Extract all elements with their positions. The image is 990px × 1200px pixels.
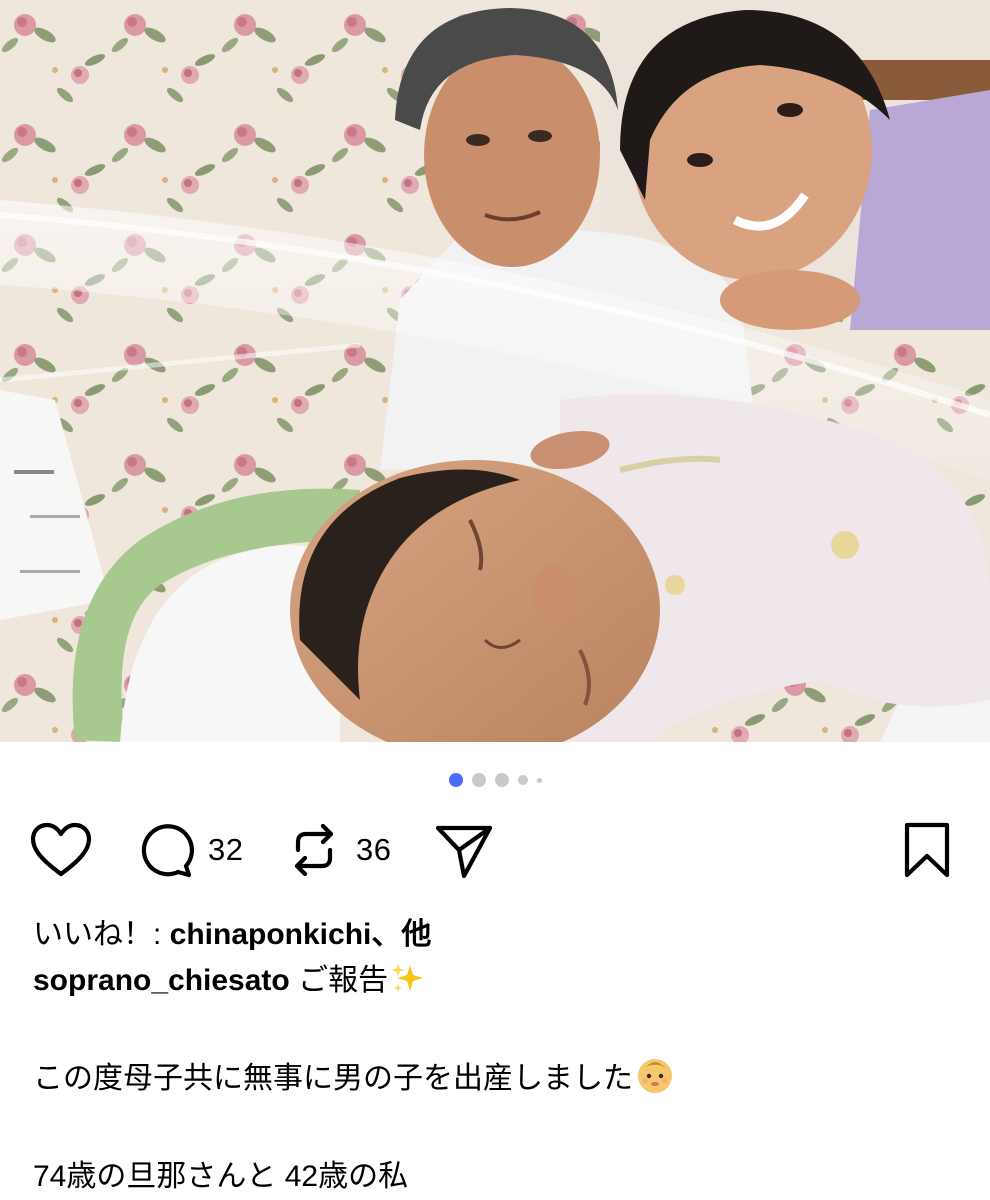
bookmark-outline-icon <box>904 822 950 878</box>
photo-illustration <box>0 0 990 742</box>
like-button[interactable] <box>30 818 92 882</box>
carousel-dot[interactable] <box>536 777 542 783</box>
carousel-dot-active[interactable] <box>448 773 463 787</box>
save-button[interactable] <box>902 818 952 882</box>
caption-line-2-text: 74歳の旦那さんと 42歳の私 <box>33 1160 409 1193</box>
heart-outline-icon <box>30 822 92 877</box>
caption-headline: soprano_chiesato ご報告 <box>33 958 953 1010</box>
speech-bubble-icon <box>141 824 194 878</box>
carousel-dot[interactable] <box>494 773 509 787</box>
caption-line-2: 74歳の旦那さんと 42歳の私 <box>33 1154 953 1200</box>
paper-plane-icon <box>435 825 493 879</box>
post-caption: いいね！: chinaponkichi、他 soprano_chiesato ご… <box>33 912 953 1200</box>
author-username[interactable]: soprano_chiesato <box>33 964 290 997</box>
share-button[interactable] <box>434 818 494 882</box>
repost-button[interactable]: 36 <box>286 818 391 882</box>
repost-count: 36 <box>356 832 392 867</box>
carousel-dot[interactable] <box>471 773 486 787</box>
post-action-bar: 32 36 <box>30 818 960 882</box>
likes-suffix: 、他 <box>371 918 432 951</box>
caption-headline-text: ご報告 <box>289 964 389 997</box>
post-photo[interactable] <box>0 0 990 742</box>
likes-summary[interactable]: いいね！: chinaponkichi、他 <box>33 912 953 958</box>
carousel-dot[interactable] <box>517 775 528 785</box>
liker-username[interactable]: chinaponkichi <box>170 918 372 951</box>
carousel-indicator <box>0 772 990 788</box>
baby-emoji-icon <box>635 1056 675 1108</box>
likes-prefix: いいね！: <box>33 918 170 951</box>
comment-count: 32 <box>208 832 244 867</box>
caption-line-1: この度母子共に無事に男の子を出産しました <box>33 1056 953 1108</box>
repost-arrows-icon <box>294 823 334 877</box>
comment-button[interactable]: 32 <box>134 818 243 882</box>
caption-line-1-text: この度母子共に無事に男の子を出産しました <box>33 1062 633 1095</box>
sparkles-emoji-icon <box>390 962 426 1010</box>
